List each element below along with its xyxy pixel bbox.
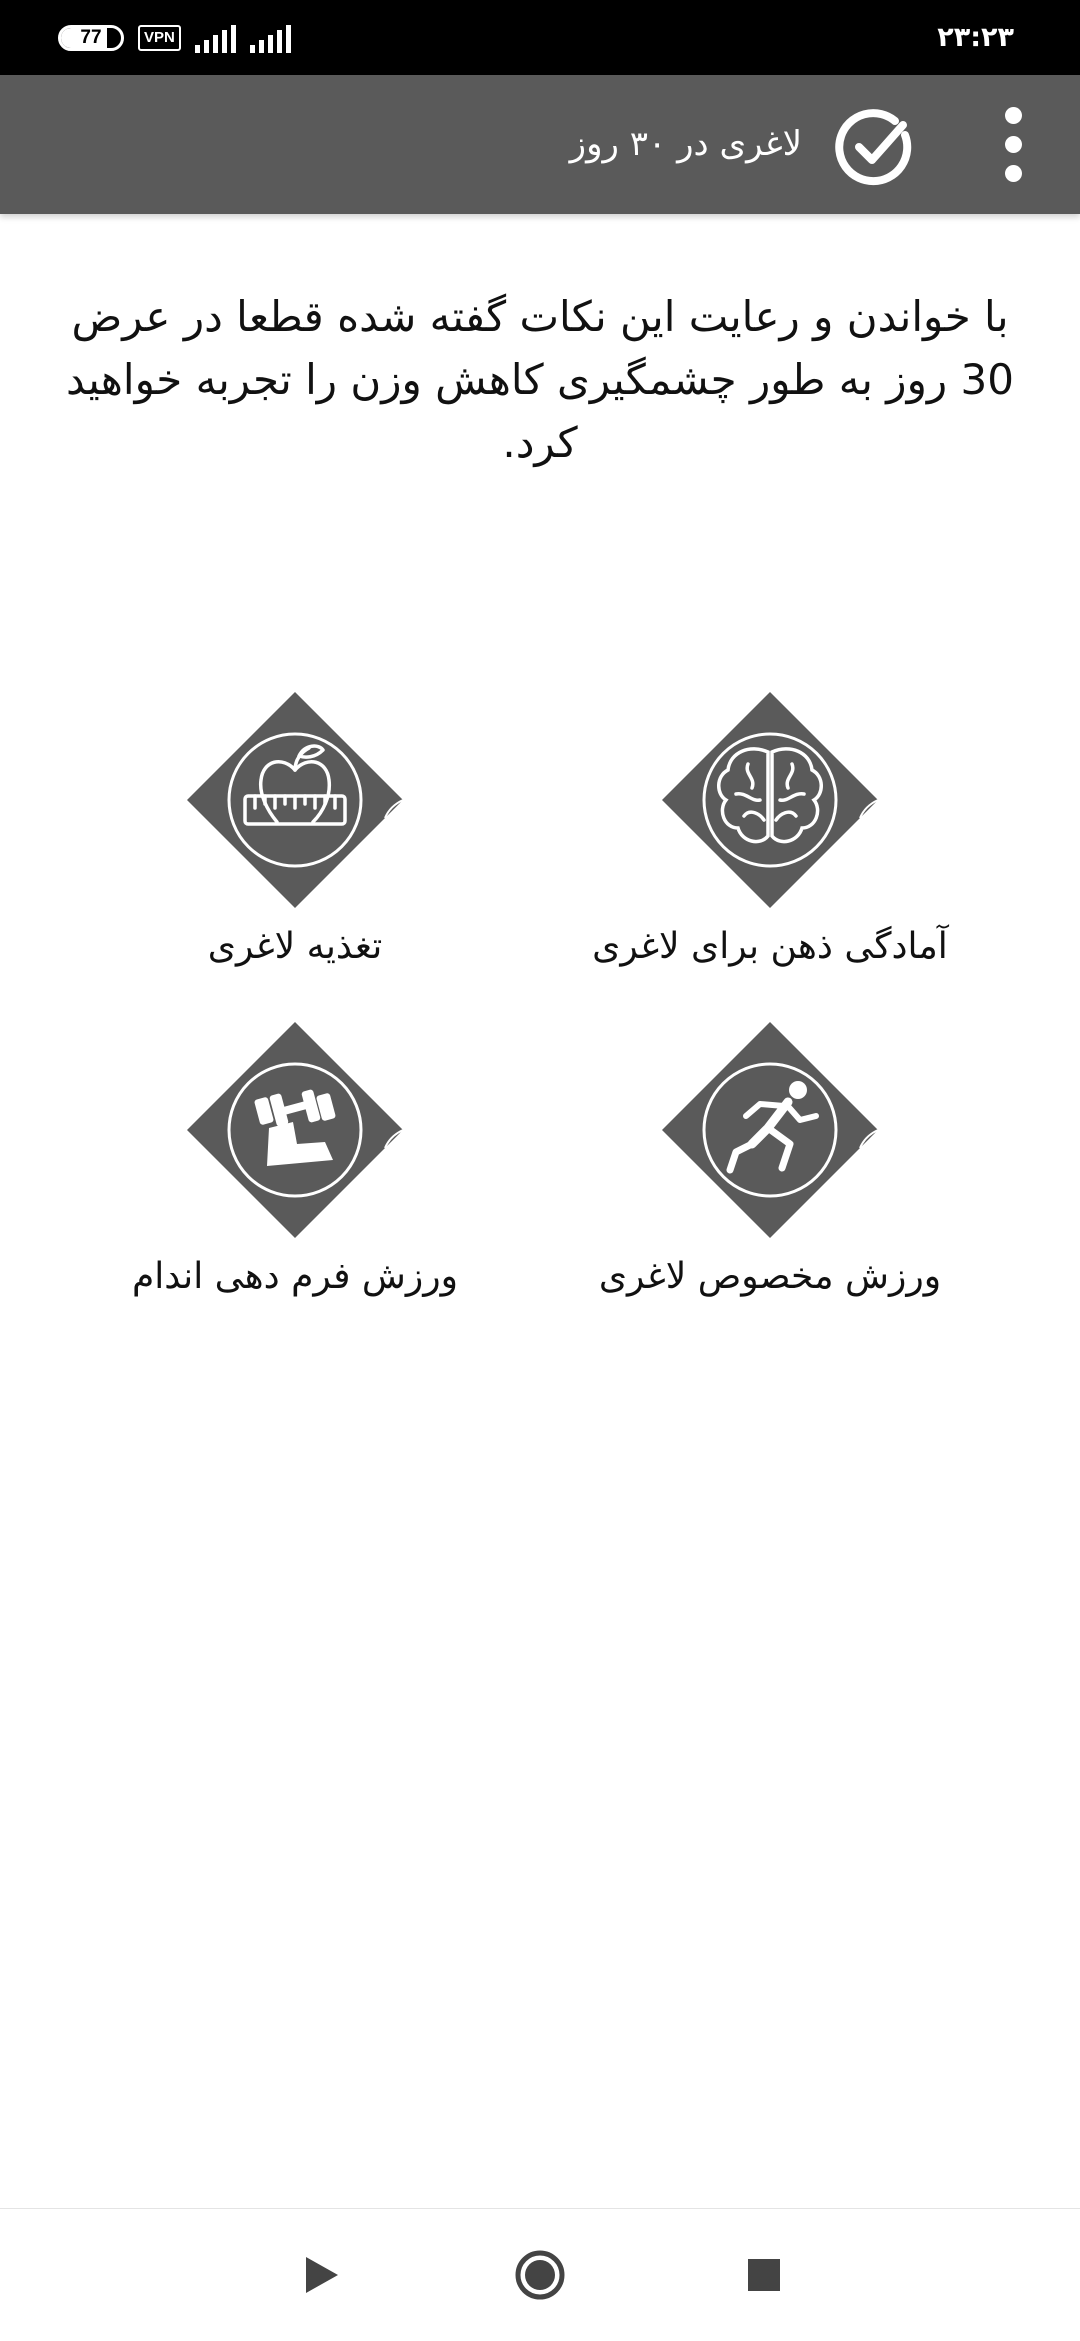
recents-square-icon[interactable] [728, 2239, 800, 2311]
app-title: لاغری در ۳۰ روز [569, 124, 802, 164]
intro-text: با خواندن و رعایت این نکات گفته شده قطعا… [66, 292, 1014, 467]
category-label: آمادگی ذهن برای لاغری [592, 926, 948, 967]
battery-level: 77 [80, 26, 102, 48]
check-circle-icon[interactable] [833, 105, 917, 189]
signal-icon [249, 23, 291, 53]
category-weight-loss-exercise[interactable]: ورزش مخصوص لاغری [530, 1020, 1010, 1302]
status-icons: 77 VPN [58, 0, 291, 75]
category-body-shaping-exercise[interactable]: ورزش فرم دهی اندام [55, 1020, 535, 1302]
signal-icon [194, 23, 236, 53]
battery-icon: 77 [58, 24, 124, 51]
dumbbell-icon [187, 1022, 404, 1238]
app-bar: لاغری در ۳۰ روز [0, 75, 1080, 214]
category-mind-preparation[interactable]: آمادگی ذهن برای لاغری [530, 690, 1010, 972]
status-time: ۲۳:۲۳ [937, 22, 1014, 53]
back-triangle-icon[interactable] [284, 2239, 356, 2311]
category-label: ورزش مخصوص لاغری [598, 1256, 942, 1297]
brain-icon [662, 692, 879, 908]
home-circle-icon[interactable] [504, 2239, 576, 2311]
category-label: ورزش فرم دهی اندام [131, 1256, 459, 1297]
navigation-bar [0, 2208, 1080, 2341]
running-man-icon [662, 1022, 879, 1238]
vpn-icon: VPN [138, 24, 181, 51]
overflow-menu-icon[interactable] [980, 99, 1046, 189]
status-bar: 77 VPN ۲۳:۲۳ [0, 0, 1080, 75]
category-label: تغذیه لاغری [207, 926, 383, 967]
category-nutrition[interactable]: تغذیه لاغری [55, 690, 535, 972]
apple-measuring-tape-icon [187, 692, 404, 908]
